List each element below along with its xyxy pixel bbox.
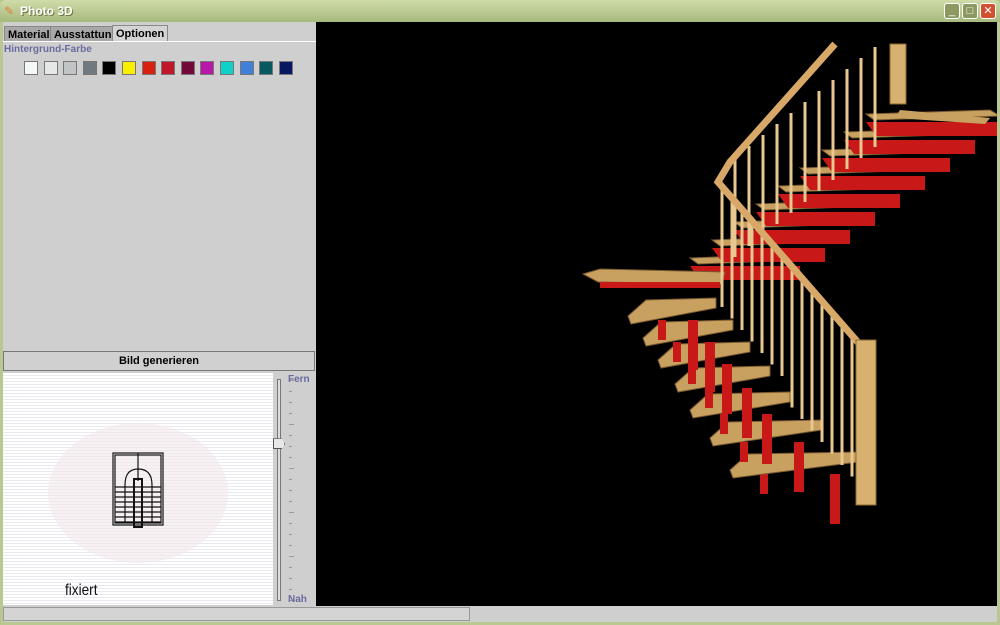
color-swatch[interactable] (43, 61, 58, 75)
stringer (600, 282, 720, 288)
slider-tick (289, 468, 294, 469)
title-bar: ✎ Photo 3D _ □ ✕ (0, 0, 1000, 22)
slider-tick (289, 545, 292, 546)
newel-post (855, 339, 877, 506)
color-swatch[interactable] (220, 61, 234, 75)
stringer (762, 414, 772, 464)
stringer (742, 388, 752, 438)
distance-slider[interactable]: Fern Nah (273, 373, 316, 605)
slider-tick (289, 556, 294, 557)
slider-label-fern: Fern (288, 374, 310, 385)
slider-tick (289, 435, 292, 436)
slider-tick (289, 589, 292, 590)
slider-tick (289, 424, 294, 425)
close-button[interactable]: ✕ (980, 3, 996, 19)
stair-3d-render (581, 41, 997, 524)
stringer (844, 140, 975, 154)
3d-viewport[interactable] (316, 22, 997, 606)
stringer (705, 342, 715, 392)
stringer (830, 474, 840, 524)
main-frame: Material Ausstattung Optionen Hintergrun… (3, 22, 997, 622)
slider-tick (289, 523, 292, 524)
color-swatch[interactable] (200, 61, 215, 75)
stringer (866, 122, 997, 136)
color-swatch[interactable] (102, 61, 117, 75)
tab-divider (3, 41, 316, 42)
minimize-button[interactable]: _ (944, 3, 960, 19)
floorplan-preview[interactable]: fixiert (3, 373, 273, 605)
color-swatch[interactable] (161, 61, 176, 75)
stair-tread (627, 297, 717, 325)
status-bar (3, 607, 470, 621)
floorplan-drawing (48, 423, 228, 563)
slider-tick (289, 391, 292, 392)
app-icon: ✎ (4, 4, 15, 18)
color-swatch[interactable] (239, 61, 254, 75)
slider-tick (289, 490, 292, 491)
slider-tick (289, 501, 292, 502)
stringer (688, 320, 698, 370)
stringer (673, 342, 681, 362)
stringer (756, 212, 875, 226)
color-swatch[interactable] (141, 61, 156, 75)
stringer (720, 414, 728, 434)
newel-post (889, 43, 907, 105)
stringer (658, 320, 666, 340)
slider-label-nah: Nah (288, 594, 307, 605)
slider-tick (289, 402, 292, 403)
maximize-button[interactable]: □ (962, 3, 978, 19)
stringer (794, 442, 804, 492)
slider-tick (289, 578, 292, 579)
left-panel: Material Ausstattung Optionen Hintergrun… (3, 22, 316, 606)
landing-tread (581, 268, 726, 285)
slider-tick (289, 479, 292, 480)
color-swatch[interactable] (259, 61, 274, 75)
stair-tread (657, 341, 751, 369)
stringer (740, 442, 748, 462)
color-swatch[interactable] (180, 61, 195, 75)
generate-image-button[interactable]: Bild generieren (3, 351, 315, 371)
slider-tick (289, 413, 292, 414)
slider-tick (289, 512, 294, 513)
slider-thumb[interactable] (273, 438, 285, 450)
stringer (722, 364, 732, 414)
slider-tick (289, 567, 292, 568)
stringer (712, 248, 825, 262)
color-swatch[interactable] (82, 61, 97, 75)
stringer (760, 474, 768, 494)
slider-tick (289, 457, 292, 458)
tab-material[interactable]: Material (4, 26, 54, 42)
background-color-label: Hintergrund-Farbe (4, 44, 92, 55)
slider-tick (289, 446, 292, 447)
slider-track[interactable] (277, 379, 281, 601)
color-swatch[interactable] (278, 61, 293, 75)
preview-status-text: fixiert (65, 582, 98, 599)
color-swatch[interactable] (122, 61, 136, 75)
color-swatch[interactable] (63, 61, 78, 75)
slider-tick (289, 534, 292, 535)
window-title: Photo 3D (20, 4, 73, 18)
stringer (778, 194, 900, 208)
stringer (822, 158, 950, 172)
tab-optionen[interactable]: Optionen (112, 25, 169, 42)
color-swatch[interactable] (24, 61, 38, 75)
